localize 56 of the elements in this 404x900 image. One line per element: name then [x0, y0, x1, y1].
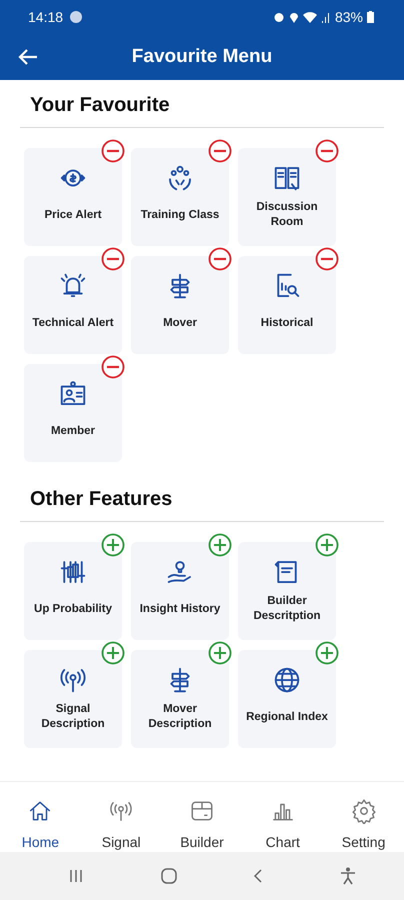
feature-tile[interactable]: Price Alert: [24, 148, 122, 246]
battery-level: 83%: [334, 9, 363, 25]
tile-label: Discussion Room: [255, 200, 319, 230]
feature-tile[interactable]: Historical: [238, 256, 336, 354]
feature-tile[interactable]: Insight History: [131, 542, 229, 640]
page-title: Favourite Menu: [132, 46, 272, 68]
remove-icon[interactable]: [101, 355, 125, 379]
tile-label: Up Probability: [33, 602, 113, 616]
feature-tile[interactable]: Mover Description: [131, 650, 229, 748]
tile-label: Mover Description: [147, 702, 213, 732]
tile-label: Technical Alert: [31, 316, 115, 330]
notification-icon: [70, 11, 82, 23]
add-icon[interactable]: [315, 533, 339, 557]
add-icon[interactable]: [101, 533, 125, 557]
add-icon[interactable]: [208, 533, 232, 557]
wifi-icon: [302, 11, 317, 23]
accessibility-icon[interactable]: [340, 867, 356, 885]
feature-tile[interactable]: Signal Description: [24, 650, 122, 748]
tile-label: Signal Description: [40, 702, 106, 732]
remove-icon[interactable]: [315, 247, 339, 271]
add-icon[interactable]: [315, 641, 339, 665]
battery-icon: [367, 11, 374, 23]
signal-icon: [320, 11, 329, 23]
tile-label: Regional Index: [245, 710, 329, 724]
settings-icon: [350, 798, 377, 824]
add-icon[interactable]: [208, 641, 232, 665]
recent-apps-icon[interactable]: [68, 869, 84, 883]
alarm-icon: [272, 11, 285, 23]
section-title: Other Features: [30, 488, 174, 511]
back-icon[interactable]: [253, 868, 264, 884]
feature-tile[interactable]: Builder Descritption: [238, 542, 336, 640]
status-time: 14:18: [28, 9, 64, 25]
remove-icon[interactable]: [208, 139, 232, 163]
back-arrow-icon[interactable]: [18, 49, 38, 65]
feature-tile[interactable]: Mover: [131, 256, 229, 354]
feature-tile[interactable]: Training Class: [131, 148, 229, 246]
tile-label: Training Class: [140, 208, 220, 222]
remove-icon[interactable]: [101, 247, 125, 271]
tile-label: Builder Descritption: [252, 594, 322, 624]
location-icon: [288, 11, 299, 23]
section-title: Your Favourite: [30, 94, 171, 117]
feature-tile[interactable]: Regional Index: [238, 650, 336, 748]
add-icon[interactable]: [101, 641, 125, 665]
tile-label: Member: [50, 424, 96, 438]
remove-icon[interactable]: [315, 139, 339, 163]
tile-label: Price Alert: [43, 208, 103, 222]
tile-label: Historical: [260, 316, 314, 330]
feature-tile[interactable]: Up Probability: [24, 542, 122, 640]
tile-label: Insight History: [138, 602, 222, 616]
tile-label: Mover: [162, 316, 198, 330]
globe-icon: [272, 665, 302, 695]
feature-tile[interactable]: Technical Alert: [24, 256, 122, 354]
feature-tile[interactable]: Member: [24, 364, 122, 462]
feature-tile[interactable]: Discussion Room: [238, 148, 336, 246]
remove-icon[interactable]: [208, 247, 232, 271]
remove-icon[interactable]: [101, 139, 125, 163]
